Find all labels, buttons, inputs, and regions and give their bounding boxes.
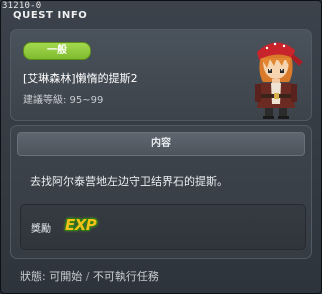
quest-status: 狀態: 可開始 / 不可執行任務	[20, 270, 159, 283]
quest-name: [艾琳森林]懒惰的提斯2	[23, 72, 138, 85]
content-header: 内容	[17, 132, 305, 156]
status-note: 不可執行任務	[92, 270, 159, 283]
status-value: 可開始	[49, 270, 83, 283]
status-label: 狀態	[20, 270, 42, 283]
exp-reward-icon[interactable]: EXP	[65, 216, 97, 234]
quest-summary-panel: 一般 [艾琳森林]懒惰的提斯2 建議等級: 95~99	[10, 29, 312, 121]
recommended-level: 建議等級: 95~99	[23, 95, 104, 106]
quest-description: 去找阿尔泰营地左边守卫结界石的提斯。	[30, 175, 228, 188]
quest-detail-panel: 内容 去找阿尔泰营地左边守卫结界石的提斯。 獎勵 EXP	[10, 125, 312, 259]
status-separator: /	[85, 270, 90, 283]
reward-box: 獎勵 EXP	[20, 204, 306, 250]
quest-category-tag: 一般	[23, 42, 91, 60]
reward-label: 獎勵	[31, 224, 51, 235]
quest-info-window: 31210-0 QUEST INFO 一般 [艾琳森林]懒惰的提斯2 建議等級:…	[0, 0, 322, 294]
npc-portrait	[255, 42, 303, 119]
title-bar[interactable]: 31210-0 QUEST INFO	[1, 1, 321, 25]
window-title: QUEST INFO	[13, 10, 88, 21]
